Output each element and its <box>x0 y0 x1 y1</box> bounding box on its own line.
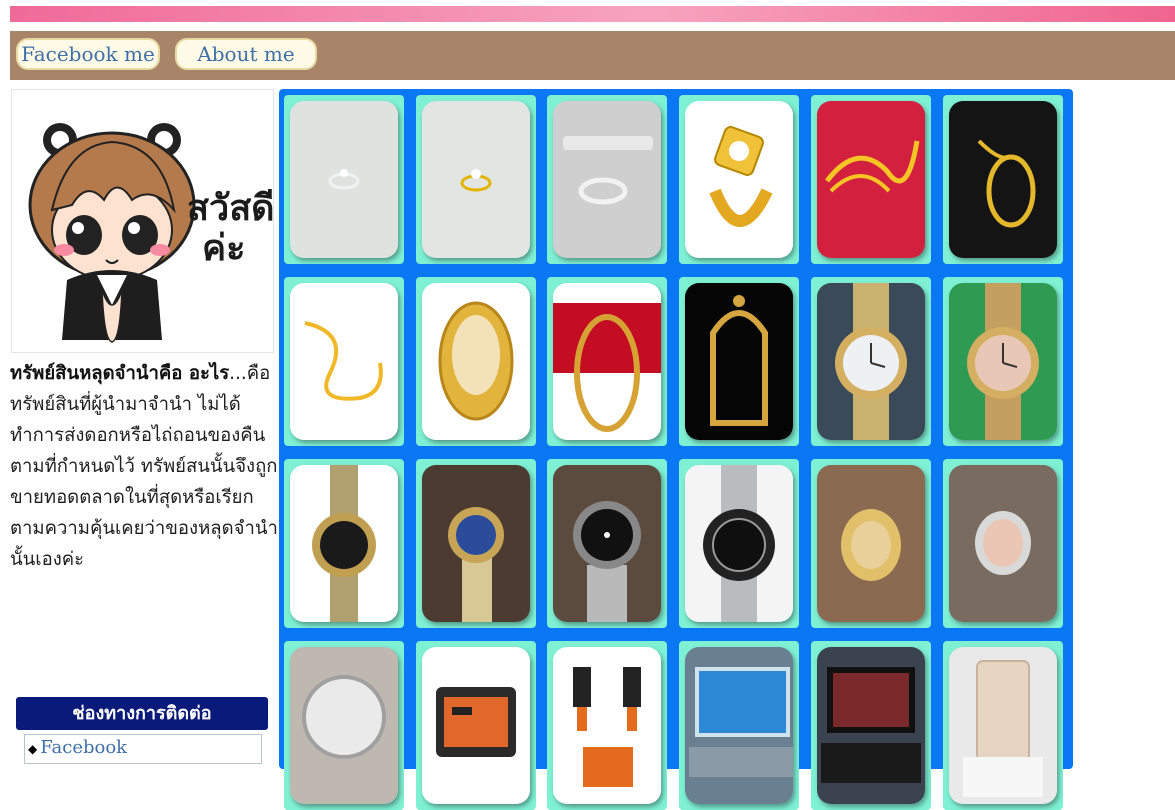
gallery-tile[interactable] <box>284 277 404 446</box>
gold-chain-white-background-photo[interactable] <box>290 283 398 440</box>
gallery-tile[interactable] <box>284 459 404 628</box>
gallery-tile[interactable] <box>679 277 799 446</box>
description-body: ...คือ ทรัพย์สินที่ผู้นำมาจำนำ ไม่ได้ทำก… <box>10 363 278 570</box>
gold-chain-red-background-photo[interactable] <box>817 101 925 258</box>
iphone-gold-photo[interactable] <box>949 647 1057 804</box>
silver-diamond-ring-photo[interactable] <box>290 101 398 258</box>
laptop-windows-photo[interactable] <box>685 647 793 804</box>
greeting-mascot-image: สวัสดี ค่ะ <box>11 89 275 353</box>
gold-necklace-black-background-photo[interactable] <box>949 101 1057 258</box>
gallery-tile[interactable] <box>811 277 931 446</box>
gallery-tile[interactable] <box>679 641 799 810</box>
header-accent-bar <box>10 6 1175 22</box>
about-me-button[interactable]: About me <box>175 38 317 70</box>
gallery-tile[interactable] <box>284 641 404 810</box>
mascot-greeting-line2: ค่ะ <box>202 228 245 269</box>
top-navigation: Facebook me About me <box>10 31 1175 80</box>
contact-facebook-link[interactable]: ◆ Facebook <box>28 737 127 758</box>
contact-channels-header: ช่องทางการติดต่อ <box>16 697 268 730</box>
pawned-goods-description: ทรัพย์สินหลุดจำนำคือ อะไร...คือ ทรัพย์สิ… <box>10 358 278 575</box>
product-gallery <box>279 89 1073 810</box>
gold-amulet-case-photo[interactable] <box>422 283 530 440</box>
silver-band-ring-photo[interactable] <box>553 101 661 258</box>
gold-diamond-ring-photo[interactable] <box>422 101 530 258</box>
gold-amulet-frame-black-photo[interactable] <box>685 283 793 440</box>
mascot-greeting-line1: สวัสดี <box>187 188 273 229</box>
gallery-tile[interactable] <box>943 95 1063 264</box>
rolex-lady-datejust-blue-dial-photo[interactable] <box>422 465 530 622</box>
rolex-datejust-white-dial-photo[interactable] <box>817 283 925 440</box>
contact-links-box: ◆ Facebook <box>24 734 262 764</box>
gallery-tile[interactable] <box>943 641 1063 810</box>
cordless-drill-set-photo[interactable] <box>553 647 661 804</box>
facebook-me-button[interactable]: Facebook me <box>16 38 160 70</box>
gold-amulet-frame-red-photo[interactable] <box>553 283 661 440</box>
bullet-icon: ◆ <box>28 742 38 756</box>
gallery-tile[interactable] <box>547 459 667 628</box>
gold-mens-diamond-ring-photo[interactable] <box>685 101 793 258</box>
contact-facebook-label: Facebook <box>40 737 128 758</box>
gallery-tile[interactable] <box>547 95 667 264</box>
gallery-tile[interactable] <box>811 459 931 628</box>
gallery-tile[interactable] <box>811 95 931 264</box>
mascot-illustration: สวัสดี ค่ะ <box>28 123 275 343</box>
gallery-tile[interactable] <box>416 459 536 628</box>
gallery-tile[interactable] <box>416 641 536 810</box>
rolex-day-date-gold-photo[interactable] <box>817 465 925 622</box>
gallery-tile[interactable] <box>284 95 404 264</box>
gallery-tile[interactable] <box>679 95 799 264</box>
description-heading: ทรัพย์สินหลุดจำนำคือ อะไร <box>10 363 230 384</box>
rolex-silver-dial-photo[interactable] <box>290 647 398 804</box>
gallery-tile[interactable] <box>416 95 536 264</box>
rolex-gmt-two-tone-photo[interactable] <box>290 465 398 622</box>
gallery-tile[interactable] <box>943 459 1063 628</box>
rolex-datejust-rose-dial-photo[interactable] <box>949 283 1057 440</box>
gallery-tile[interactable] <box>943 277 1063 446</box>
rolex-datejust-pink-dial-photo[interactable] <box>949 465 1057 622</box>
gallery-tile[interactable] <box>547 641 667 810</box>
gallery-tile[interactable] <box>547 277 667 446</box>
rolex-submariner-on-wrist-photo[interactable] <box>553 465 661 622</box>
gallery-tile[interactable] <box>416 277 536 446</box>
gallery-tile[interactable] <box>811 641 931 810</box>
tool-kit-case-photo[interactable] <box>422 647 530 804</box>
gallery-tile[interactable] <box>679 459 799 628</box>
rolex-submariner-black-photo[interactable] <box>685 465 793 622</box>
gaming-laptop-photo[interactable] <box>817 647 925 804</box>
